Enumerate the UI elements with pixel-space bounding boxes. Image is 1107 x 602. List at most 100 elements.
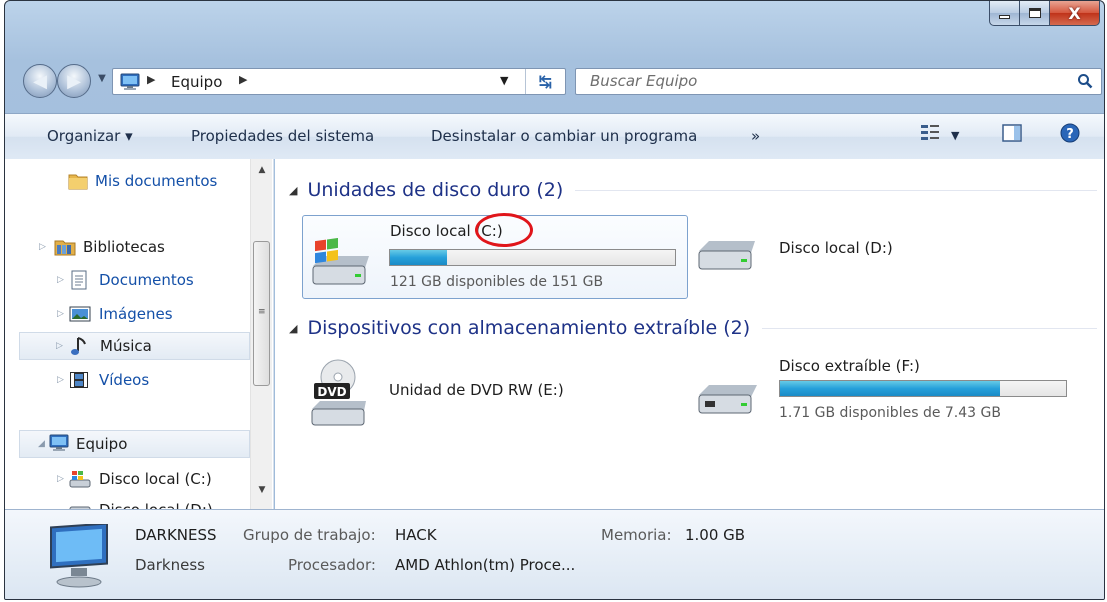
collapse-arrow-icon[interactable]: ◢: [289, 322, 297, 335]
nav-item-documentos[interactable]: ▷ Documentos: [5, 266, 250, 294]
svg-text:?: ?: [1066, 127, 1074, 142]
help-button[interactable]: ?: [1059, 122, 1081, 148]
drive-usage-bar: [779, 380, 1067, 397]
group-title: Unidades de disco duro (2): [307, 179, 564, 201]
expand-arrow-icon[interactable]: ▷: [57, 474, 64, 484]
breadcrumb-separator-icon[interactable]: ▶: [239, 73, 247, 86]
details-pane: DARKNESS Darkness Grupo de trabajo: HACK…: [5, 509, 1104, 599]
computer-icon: [119, 73, 141, 95]
nav-item-imagenes[interactable]: ▷ Imágenes: [5, 300, 250, 328]
dvd-drive-icon: DVD: [308, 357, 372, 433]
workgroup-value: HACK: [395, 526, 437, 544]
nav-label: Documentos: [99, 271, 194, 289]
nav-label: Bibliotecas: [83, 238, 165, 256]
nav-item-equipo[interactable]: ◢ Equipo: [19, 430, 250, 458]
video-icon: [69, 370, 89, 394]
expand-arrow-icon[interactable]: ▷: [57, 309, 64, 319]
preview-pane-icon: [1001, 122, 1023, 148]
processor-label: Procesador:: [288, 556, 376, 574]
nav-label: Equipo: [76, 435, 128, 453]
computer-name: DARKNESS: [135, 526, 217, 544]
refresh-button[interactable]: ↹: [525, 69, 565, 94]
pictures-icon: [69, 304, 91, 328]
workgroup-label: Grupo de trabajo:: [243, 526, 376, 544]
drive-name: Disco extraíble (F:): [779, 357, 920, 375]
collapse-arrow-icon[interactable]: ◢: [289, 184, 297, 197]
grip-icon: ≡: [258, 307, 266, 317]
address-bar[interactable]: ▶ Equipo ▶ ▼ ↹: [112, 68, 566, 95]
view-options[interactable]: ▼: [919, 122, 959, 148]
folder-icon: [67, 171, 89, 195]
nav-label: Mis documentos: [95, 172, 218, 190]
refresh-icon: ↹: [538, 72, 553, 91]
scroll-up-icon[interactable]: ▲: [251, 159, 273, 181]
uninstall-program-button[interactable]: Desinstalar o cambiar un programa: [431, 127, 697, 145]
back-button[interactable]: ◀: [23, 64, 57, 98]
breadcrumb-equipo[interactable]: Equipo: [171, 73, 222, 91]
nav-label: Disco local (C:): [99, 470, 212, 488]
address-row: ◀ ▶ ▼ ▶ Equipo ▶ ▼ ↹: [5, 55, 1104, 105]
drive-name: Unidad de DVD RW (E:): [389, 381, 564, 399]
usb-drive-icon: [695, 379, 769, 427]
memory-value: 1.00 GB: [685, 526, 746, 544]
nav-item-videos[interactable]: ▷ Vídeos: [5, 366, 250, 394]
address-dropdown-icon[interactable]: ▼: [500, 74, 508, 87]
chevron-down-icon: ▼: [98, 73, 106, 84]
change-view-icon[interactable]: [919, 122, 941, 148]
close-button[interactable]: X: [1050, 1, 1100, 26]
memory-label: Memoria:: [601, 526, 672, 544]
drive-name: Disco local (D:): [779, 239, 893, 257]
group-title: Dispositivos con almacenamiento extraíbl…: [307, 317, 751, 339]
maximize-button[interactable]: [1020, 1, 1050, 26]
group-header-removable[interactable]: ◢ Dispositivos con almacenamiento extraí…: [289, 317, 1097, 339]
search-input[interactable]: [590, 72, 1050, 90]
drive-free-space: 121 GB disponibles de 151 GB: [390, 274, 604, 290]
organize-menu[interactable]: Organizar ▾: [47, 127, 133, 145]
scroll-thumb[interactable]: ≡: [253, 241, 270, 386]
search-icon[interactable]: [1077, 73, 1093, 93]
chevron-down-icon[interactable]: ▼: [951, 129, 959, 142]
forward-button[interactable]: ▶: [57, 64, 91, 98]
more-commands-button[interactable]: »: [751, 127, 760, 145]
drive-tile-d[interactable]: Disco local (D:): [695, 231, 995, 287]
nav-item-mis-documentos[interactable]: Mis documentos: [5, 167, 250, 195]
expand-arrow-icon[interactable]: ▷: [57, 375, 64, 385]
expand-arrow-icon[interactable]: ◢: [38, 439, 45, 449]
minimize-button[interactable]: [989, 1, 1020, 26]
content-pane: ◢ Unidades de disco duro (2) Disco local…: [275, 159, 1104, 509]
drive-usage-fill: [390, 250, 447, 265]
computer-monitor-icon: [43, 522, 115, 594]
annotation-circle: [475, 213, 533, 247]
scroll-down-icon[interactable]: ▼: [251, 479, 273, 501]
nav-item-bibliotecas[interactable]: ▷ Bibliotecas: [5, 233, 250, 261]
nav-item-disco-c[interactable]: ▷ Disco local (C:): [5, 465, 250, 493]
windows-drive-icon: [309, 237, 373, 292]
processor-value: AMD Athlon(tm) Proce...: [395, 556, 576, 574]
group-header-hard-drives[interactable]: ◢ Unidades de disco duro (2): [289, 179, 1097, 201]
minimize-icon: [999, 15, 1010, 19]
search-box[interactable]: [575, 68, 1102, 95]
nav-item-musica[interactable]: ▷ Música: [19, 332, 250, 360]
expand-arrow-icon[interactable]: ▷: [56, 341, 63, 351]
recent-pages-dropdown[interactable]: ▼: [95, 73, 109, 87]
system-properties-button[interactable]: Propiedades del sistema: [191, 127, 374, 145]
drive-free-space: 1.71 GB disponibles de 7.43 GB: [779, 405, 1001, 421]
navigation-pane: Mis documentos ▷ Bibliotecas ▷ Documento…: [5, 159, 274, 511]
help-icon: ?: [1059, 122, 1081, 148]
windows-drive-icon: [69, 469, 91, 493]
expand-arrow-icon[interactable]: ▷: [39, 242, 46, 252]
drive-tile-f[interactable]: Disco extraíble (F:) 1.71 GB disponibles…: [695, 353, 1075, 433]
drive-tile-e[interactable]: DVD Unidad de DVD RW (E:): [302, 353, 672, 433]
svg-text:DVD: DVD: [317, 385, 346, 399]
group-divider: [575, 189, 1097, 191]
breadcrumb-separator-icon[interactable]: ▶: [147, 73, 155, 86]
maximize-icon: [1028, 8, 1041, 18]
nav-scrollbar[interactable]: ▲ ≡ ▼: [250, 159, 272, 509]
expand-arrow-icon[interactable]: ▷: [57, 275, 64, 285]
command-bar: Organizar ▾ Propiedades del sistema Desi…: [5, 113, 1104, 159]
arrow-right-icon: ▶: [67, 70, 81, 92]
group-divider: [762, 327, 1097, 329]
document-icon: [69, 270, 89, 294]
preview-pane-button[interactable]: [1001, 122, 1023, 148]
nav-label: Imágenes: [99, 305, 173, 323]
